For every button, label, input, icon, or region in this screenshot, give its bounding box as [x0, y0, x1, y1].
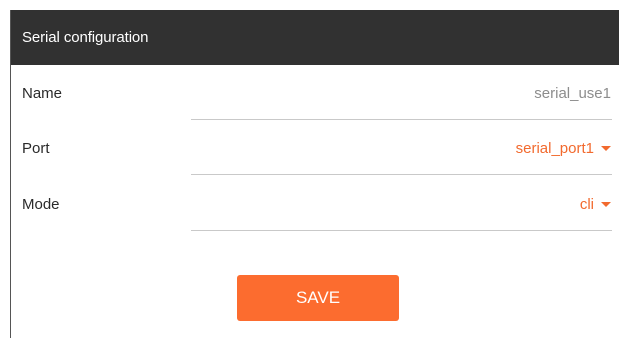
name-value: serial_use1: [534, 85, 611, 102]
top-strip: [0, 0, 619, 10]
port-select-value: serial_port1: [515, 140, 594, 157]
port-label: Port: [22, 140, 50, 157]
mode-select-value: cli: [579, 196, 594, 213]
mode-underline: [191, 230, 612, 231]
panel-title: Serial configuration: [22, 29, 149, 46]
port-select[interactable]: serial_port1: [516, 140, 611, 158]
caret-down-icon: [601, 146, 611, 151]
port-underline: [191, 174, 612, 175]
port-row: Port serial_port1: [11, 140, 619, 190]
panel-header: Serial configuration: [11, 10, 619, 65]
save-button[interactable]: SAVE: [237, 275, 399, 321]
mode-label: Mode: [22, 196, 60, 213]
name-label: Name: [22, 85, 63, 102]
name-underline: [191, 119, 612, 120]
caret-down-icon: [601, 202, 611, 207]
mode-row: Mode cli: [11, 196, 619, 246]
mode-select[interactable]: cli: [580, 196, 611, 214]
serial-configuration-panel: Serial configuration Name serial_use1 Po…: [10, 10, 619, 338]
name-row: Name serial_use1: [11, 85, 619, 135]
